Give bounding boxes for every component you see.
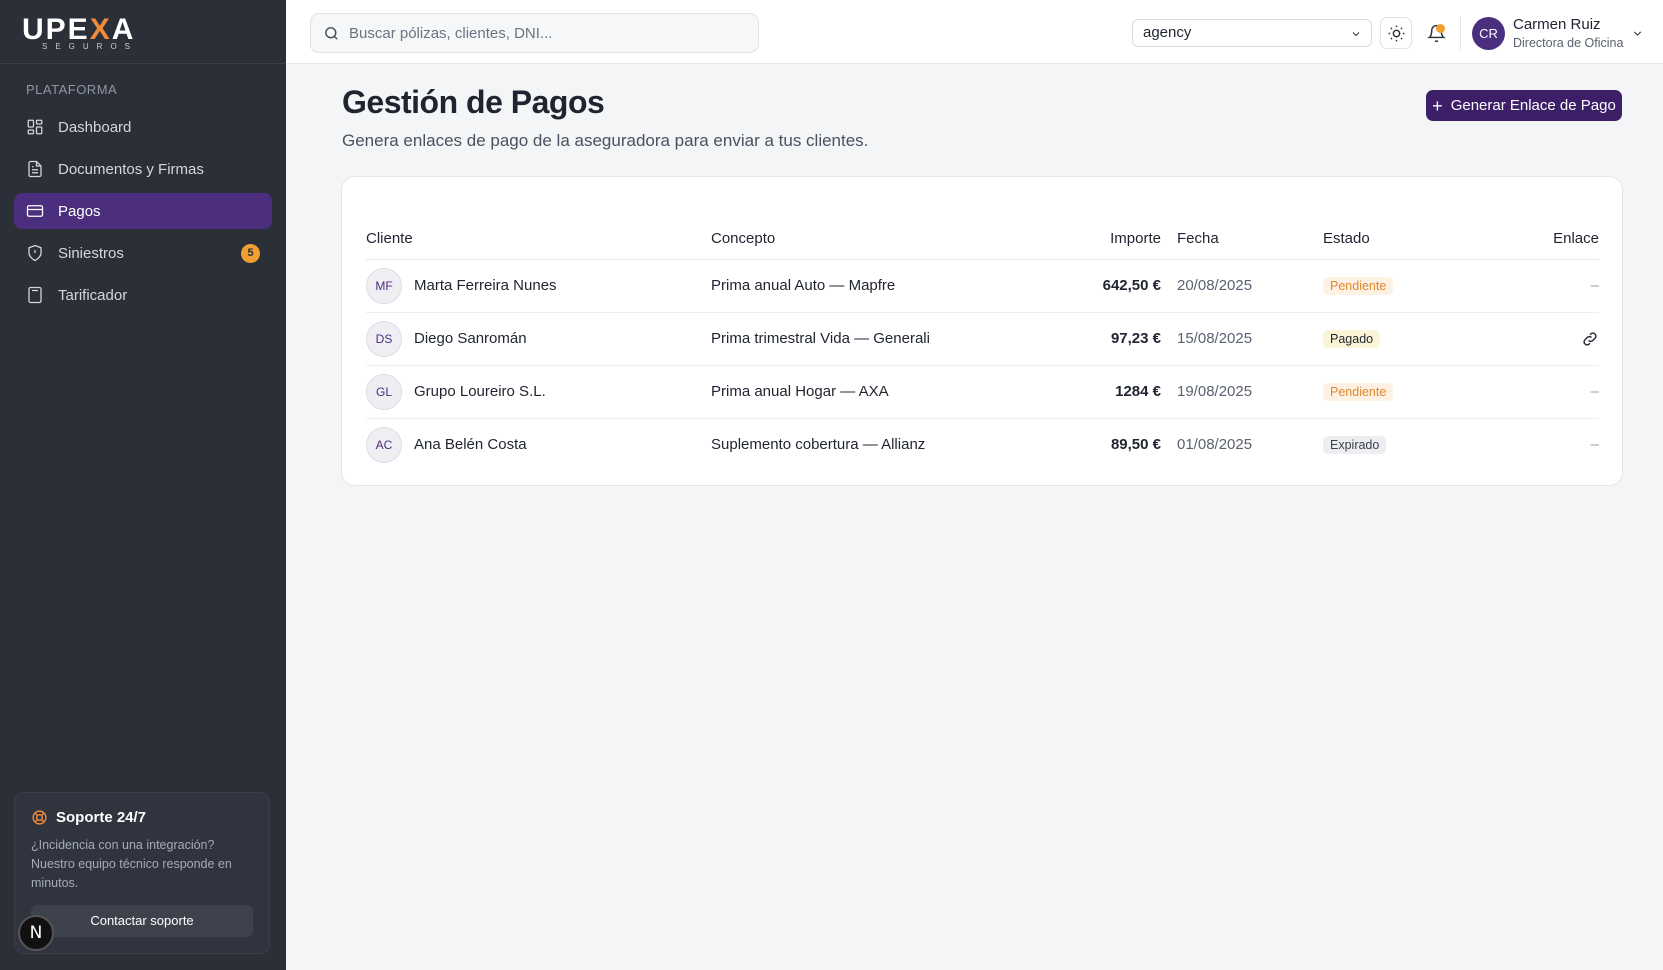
page-subtitle: Genera enlaces de pago de la aseguradora… xyxy=(342,131,869,150)
sidebar-item-siniestros[interactable]: Siniestros 5 xyxy=(14,235,272,271)
client-avatar: AC xyxy=(366,426,402,463)
date-cell: 15/08/2025 xyxy=(1161,312,1323,366)
date-cell: 01/08/2025 xyxy=(1177,436,1253,454)
user-role: Directora de Oficina xyxy=(1513,36,1624,50)
concept-cell: Prima trimestral Vida — Generali xyxy=(711,312,1041,366)
chevron-down-icon xyxy=(1352,32,1360,37)
support-title: Soporte 24/7 xyxy=(31,809,253,826)
payments-card: Cliente Concepto Importe Fecha Estado En… xyxy=(341,176,1623,486)
shield-icon xyxy=(26,244,44,262)
table-row[interactable]: DS Diego Sanromán Prima trimestral Vida —… xyxy=(366,312,1599,366)
client-name: Grupo Loureiro S.L. xyxy=(414,383,546,400)
generate-payment-link-button[interactable]: + Generar Enlace de Pago xyxy=(1426,90,1622,121)
lifebuoy-icon xyxy=(32,810,47,825)
table-row[interactable]: GL Grupo Loureiro S.L. Prima anual Hogar … xyxy=(366,365,1599,419)
concept-cell: Prima anual Hogar — AXA xyxy=(711,365,1041,419)
sidebar-section-label: PLATAFORMA xyxy=(26,82,118,97)
topbar: agency CR Carmen Ruiz Directora de Ofici… xyxy=(286,0,1663,64)
user-menu-chevron-icon[interactable] xyxy=(1631,27,1644,40)
dashboard-icon xyxy=(26,118,44,136)
link-empty: – xyxy=(1529,259,1599,313)
sidebar-item-label: Siniestros xyxy=(58,244,124,262)
theme-toggle-button[interactable] xyxy=(1380,17,1412,49)
dev-tools-badge[interactable]: N xyxy=(18,915,54,951)
search-icon xyxy=(325,26,338,40)
avatar[interactable]: CR xyxy=(1472,17,1505,50)
credit-card-icon xyxy=(26,202,44,220)
sidebar-nav: Dashboard Documentos y Firmas Pagos Sini… xyxy=(0,109,286,313)
notification-dot xyxy=(1436,24,1445,33)
logo-wordmark: UPEXA xyxy=(22,13,136,46)
sidebar-item-dashboard[interactable]: Dashboard xyxy=(14,109,272,145)
concept-cell: Suplemento cobertura — Allianz xyxy=(711,436,926,454)
amount-cell: 642,50 € xyxy=(1041,259,1161,313)
logo-subtitle: SEGUROS xyxy=(42,42,139,51)
agency-select-value: agency xyxy=(1143,24,1192,41)
sidebar-item-documentos[interactable]: Documentos y Firmas xyxy=(14,151,272,187)
table-row[interactable]: MF Marta Ferreira Nunes Prima anual Auto … xyxy=(366,259,1599,313)
client-avatar: GL xyxy=(366,373,402,410)
table-row[interactable]: AC Ana Belén Costa Suplemento cobertura —… xyxy=(366,418,1599,471)
logo[interactable]: UPEXA SEGUROS xyxy=(0,0,286,64)
status-badge: Expirado xyxy=(1323,435,1387,454)
status-badge: Pagado xyxy=(1323,329,1381,348)
sidebar: UPEXA SEGUROS PLATAFORMA Dashboard Docum… xyxy=(0,0,286,970)
column-header-amount: Importe xyxy=(1041,219,1161,260)
sidebar-item-label: Dashboard xyxy=(58,118,132,136)
link-empty: – xyxy=(1590,436,1599,454)
user-name[interactable]: Carmen Ruiz xyxy=(1513,16,1601,33)
calculator-icon xyxy=(26,286,44,304)
client-name: Marta Ferreira Nunes xyxy=(414,277,557,294)
date-cell: 20/08/2025 xyxy=(1161,259,1323,313)
amount-cell: 1284 € xyxy=(1041,365,1161,419)
column-header-state: Estado xyxy=(1323,219,1529,260)
status-badge: Pendiente xyxy=(1323,276,1394,295)
support-text: ¿Incidencia con una integración? Nuestro… xyxy=(31,838,232,890)
sun-icon xyxy=(1388,25,1404,41)
client-avatar: MF xyxy=(366,267,402,304)
agency-select[interactable]: agency xyxy=(1132,19,1372,47)
link-icon[interactable] xyxy=(1581,329,1599,346)
plus-icon: + xyxy=(1432,95,1443,116)
page-title: Gestión de Pagos xyxy=(342,84,605,120)
status-badge: Pendiente xyxy=(1323,382,1394,401)
sidebar-item-label: Documentos y Firmas xyxy=(58,160,204,178)
column-header-date: Fecha xyxy=(1161,219,1323,260)
search-input[interactable] xyxy=(349,24,749,42)
column-header-link: Enlace xyxy=(1529,219,1599,260)
divider xyxy=(1460,16,1461,50)
link-empty: – xyxy=(1529,365,1599,419)
concept-cell: Prima anual Auto — Mapfre xyxy=(711,259,1041,313)
contact-support-button[interactable]: Contactar soporte xyxy=(31,905,253,937)
notifications-button[interactable] xyxy=(1420,17,1452,49)
date-cell: 19/08/2025 xyxy=(1161,365,1323,419)
payments-table: Cliente Concepto Importe Fecha Estado En… xyxy=(366,219,1599,471)
column-header-concept: Concepto xyxy=(711,219,1041,260)
document-icon xyxy=(26,160,44,178)
amount-cell: 97,23 € xyxy=(1041,312,1161,366)
sidebar-item-label: Tarificador xyxy=(58,286,128,304)
client-name: Diego Sanromán xyxy=(414,330,527,347)
amount-cell: 89,50 € xyxy=(1110,436,1161,454)
client-name: Ana Belén Costa xyxy=(414,436,527,454)
sidebar-item-label: Pagos xyxy=(58,202,101,220)
sidebar-item-tarificador[interactable]: Tarificador xyxy=(14,277,272,313)
notification-count-badge: 5 xyxy=(241,244,260,263)
table-header-row: Cliente Concepto Importe Fecha Estado En… xyxy=(366,219,1599,260)
column-header-client: Cliente xyxy=(366,219,711,260)
sidebar-item-pagos[interactable]: Pagos xyxy=(14,193,272,229)
search-box[interactable] xyxy=(310,13,759,53)
client-avatar: DS xyxy=(366,320,402,357)
